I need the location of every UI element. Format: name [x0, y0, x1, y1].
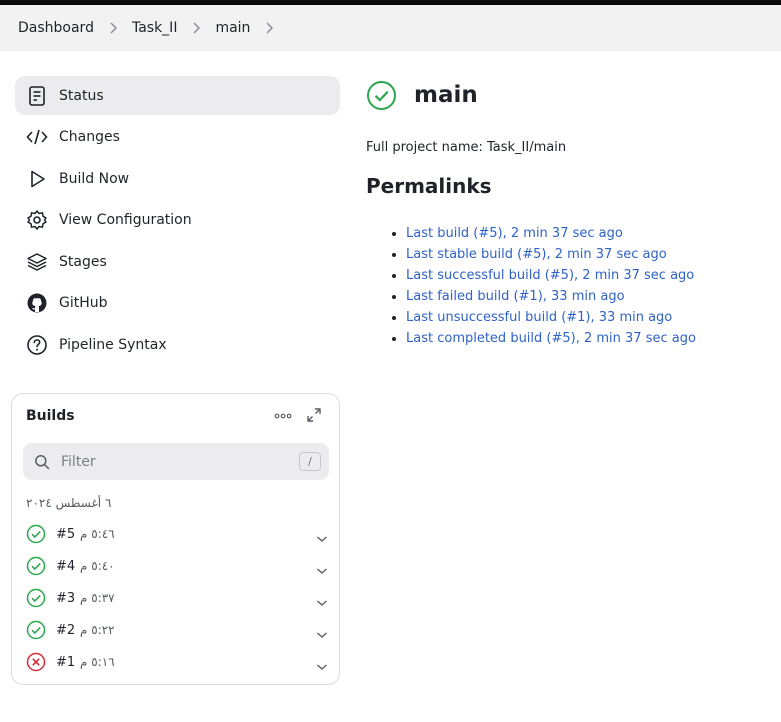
breadcrumb-dashboard[interactable]: Dashboard [18, 16, 94, 40]
build-row[interactable]: #2 ٥:٢٢ م [26, 617, 328, 643]
success-icon [366, 80, 397, 111]
keyboard-shortcut-badge: / [299, 452, 321, 471]
sidebar-item-label: Pipeline Syntax [59, 336, 167, 353]
failed-icon [26, 652, 46, 672]
play-icon [26, 168, 48, 190]
permalink-last-completed-build[interactable]: Last completed build (#5), 2 min 37 sec … [406, 331, 696, 346]
sidebar-item-build-now[interactable]: Build Now [15, 159, 340, 198]
permalink-last-stable-build[interactable]: Last stable build (#5), 2 min 37 sec ago [406, 247, 667, 262]
success-icon [26, 556, 46, 576]
build-date-heading: ٦ أغسطس ٢٠٢٤ [26, 496, 112, 510]
sidebar-item-label: View Configuration [59, 212, 192, 228]
build-number[interactable]: #3 [56, 591, 80, 606]
sidebar-item-pipeline-syntax[interactable]: Pipeline Syntax [15, 325, 340, 364]
build-number[interactable]: #2 [56, 623, 80, 638]
build-row[interactable]: #3 ٥:٣٧ م [26, 585, 328, 611]
build-time: ٥:٤٠ م [80, 559, 115, 573]
permalink-last-unsuccessful-build[interactable]: Last unsuccessful build (#1), 33 min ago [406, 310, 672, 325]
breadcrumb: Dashboard Task_II main [0, 5, 781, 51]
chevron-down-icon[interactable] [316, 625, 328, 638]
filter-box[interactable]: / [23, 443, 329, 480]
permalink-last-build[interactable]: Last build (#5), 2 min 37 sec ago [406, 226, 623, 241]
github-icon [26, 292, 48, 314]
sidebar-item-stages[interactable]: Stages [15, 242, 340, 281]
success-icon [26, 588, 46, 608]
permalink-last-successful-build[interactable]: Last successful build (#5), 2 min 37 sec… [406, 268, 694, 283]
list-item: Last completed build (#5), 2 min 37 sec … [406, 328, 766, 349]
breadcrumb-main[interactable]: main [215, 16, 250, 40]
build-row[interactable]: #1 ٥:١٦ م [26, 649, 328, 675]
sidebar-item-status[interactable]: Status [15, 76, 340, 115]
gear-icon [26, 209, 48, 231]
list-item: Last unsuccessful build (#1), 33 min ago [406, 307, 766, 328]
sidebar-item-label: Build Now [59, 170, 130, 187]
list-item: Last successful build (#5), 2 min 37 sec… [406, 265, 766, 286]
search-icon [34, 454, 50, 470]
list-item: Last build (#5), 2 min 37 sec ago [406, 223, 766, 244]
sidebar-item-view-configuration[interactable]: View Configuration [15, 201, 340, 240]
sidebar-item-github[interactable]: GitHub [15, 284, 340, 323]
builds-title: Builds [26, 408, 75, 424]
sidebar-item-label: Changes [59, 129, 120, 145]
build-row[interactable]: #4 ٥:٤٠ م [26, 553, 328, 579]
code-icon [26, 126, 48, 148]
chevron-right-icon[interactable] [177, 22, 215, 34]
permalinks-heading: Permalinks [366, 174, 492, 198]
list-item: Last failed build (#1), 33 min ago [406, 286, 766, 307]
success-icon [26, 620, 46, 640]
help-icon [26, 334, 48, 356]
build-number[interactable]: #1 [56, 655, 80, 670]
sidebar-item-label: GitHub [59, 295, 108, 311]
permalinks-list: Last build (#5), 2 min 37 sec ago Last s… [366, 223, 766, 349]
chevron-down-icon[interactable] [316, 529, 328, 542]
page-header: main [366, 78, 766, 112]
build-number[interactable]: #4 [56, 559, 80, 574]
sidebar-item-changes[interactable]: Changes [15, 118, 340, 157]
page-title: main [414, 82, 478, 108]
success-icon [26, 524, 46, 544]
document-icon [26, 85, 48, 107]
breadcrumb-task[interactable]: Task_II [132, 16, 177, 40]
full-project-name: Full project name: Task_II/main [366, 140, 567, 155]
chevron-down-icon[interactable] [316, 657, 328, 670]
layers-icon [26, 251, 48, 273]
build-row[interactable]: #5 ٥:٤٦ م [26, 521, 328, 547]
main-content: main Full project name: Task_II/main Per… [366, 78, 766, 349]
chevron-down-icon[interactable] [316, 593, 328, 606]
chevron-right-icon[interactable] [94, 22, 132, 34]
permalink-last-failed-build[interactable]: Last failed build (#1), 33 min ago [406, 289, 625, 304]
filter-input[interactable] [61, 453, 281, 470]
build-time: ٥:٣٧ م [80, 591, 115, 605]
expand-icon[interactable] [306, 407, 322, 423]
list-item: Last stable build (#5), 2 min 37 sec ago [406, 244, 766, 265]
chevron-right-icon[interactable] [250, 22, 288, 34]
chevron-down-icon[interactable] [316, 561, 328, 574]
more-options-icon[interactable] [274, 408, 292, 424]
build-time: ٥:٢٢ م [80, 623, 115, 637]
builds-panel: Builds / ٦ أغسطس ٢٠٢٤ #5 ٥:٤٦ م #4 ٥:٤٠ … [11, 393, 340, 685]
sidebar-item-label: Stages [59, 253, 107, 270]
sidebar-item-label: Status [59, 87, 104, 104]
build-number[interactable]: #5 [56, 527, 80, 542]
build-time: ٥:٤٦ م [80, 527, 115, 541]
build-time: ٥:١٦ م [80, 655, 115, 669]
sidebar: Status Changes Build Now View Configurat… [15, 76, 340, 367]
